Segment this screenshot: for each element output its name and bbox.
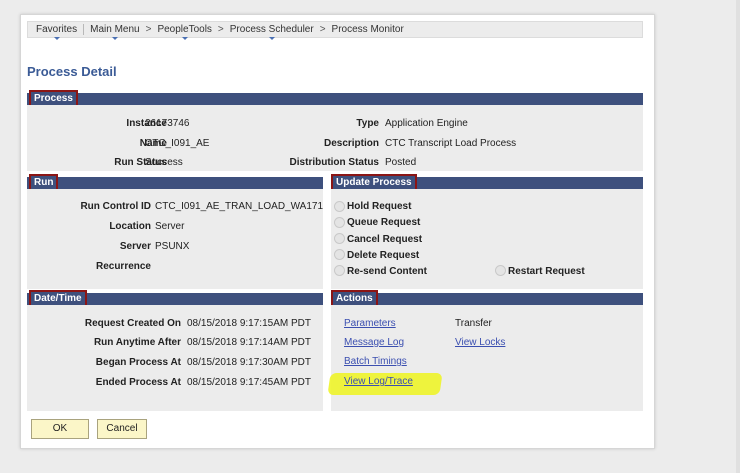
breadcrumb-separator-icon: > [145,24,152,35]
server-label: Server [119,241,151,252]
run-status-value: Success [145,157,183,168]
transfer-label: Transfer [455,318,492,329]
breadcrumb-separator-icon: > [319,24,326,35]
run-section-bar: Run [27,174,323,192]
run-control-id-value: CTC_I091_AE_TRAN_LOAD_WA171 [155,201,324,212]
instance-value: 26173746 [145,118,190,129]
run-anytime-after-label: Run Anytime After [93,337,181,348]
began-process-label: Began Process At [95,357,181,368]
nav-process-monitor[interactable]: Process Monitor [328,24,408,35]
actions-section-bar: Actions [331,290,643,308]
location-value: Server [155,221,185,232]
chevron-down-icon [111,37,118,40]
location-label: Location [109,221,151,232]
cancel-request-label: Cancel Request [347,234,423,245]
delete-request-label: Delete Request [347,250,420,261]
chevron-down-icon [181,37,188,40]
restart-request-radio[interactable] [495,265,506,276]
chevron-down-icon [53,37,60,40]
parameters-link[interactable]: Parameters [344,318,396,329]
description-value: CTC Transcript Load Process [385,138,517,149]
server-value: PSUNX [155,241,190,252]
request-created-label: Request Created On [84,318,181,329]
name-value: CTC_I091_AE [145,138,210,149]
recurrence-label: Recurrence [95,261,151,272]
batch-timings-link[interactable]: Batch Timings [344,356,407,367]
ok-button[interactable]: OK [31,419,89,439]
hold-request-label: Hold Request [347,201,412,212]
cancel-request-radio[interactable] [334,233,345,244]
nav-process-scheduler-label: Process Scheduler [229,24,314,35]
cancel-button[interactable]: Cancel [97,419,147,439]
datetime-section-bar: Date/Time [27,290,323,308]
distribution-status-value: Posted [385,157,417,168]
ended-process-label: Ended Process At [95,377,181,388]
breadcrumb-nav: Favorites Main Menu > PeopleTools > Proc… [27,21,643,40]
page-title: Process Detail [27,64,117,79]
resend-content-label: Re-send Content [347,266,427,277]
hold-request-radio[interactable] [334,201,345,212]
chevron-down-icon [268,37,275,40]
run-anytime-after-value: 08/15/2018 9:17:14AM PDT [187,337,311,348]
nav-divider [83,24,85,35]
queue-request-label: Queue Request [347,217,421,228]
view-locks-link[interactable]: View Locks [455,337,505,348]
update-process-section-bar: Update Process [331,174,643,192]
message-log-link[interactable]: Message Log [344,337,404,348]
process-section-bar: Process [27,90,643,108]
breadcrumb-separator-icon: > [217,24,224,35]
nav-peopletools[interactable]: PeopleTools [153,24,215,40]
delete-request-radio[interactable] [334,249,345,260]
restart-request-label: Restart Request [508,266,585,277]
process-detail-window: Favorites Main Menu > PeopleTools > Proc… [20,14,655,449]
nav-peopletools-label: PeopleTools [157,24,212,35]
queue-request-radio[interactable] [334,217,345,228]
request-created-value: 08/15/2018 9:17:15AM PDT [187,318,311,329]
page-scrollbar[interactable] [736,0,740,473]
ended-process-value: 08/15/2018 9:17:45AM PDT [187,377,311,388]
nav-main-menu[interactable]: Main Menu [86,24,143,40]
type-value: Application Engine [385,118,468,129]
resend-content-radio[interactable] [334,265,345,276]
nav-favorites-label: Favorites [36,24,78,35]
description-label: Description [323,138,379,149]
nav-main-menu-label: Main Menu [90,24,140,35]
run-control-id-label: Run Control ID [80,201,151,212]
nav-favorites[interactable]: Favorites [32,24,81,40]
began-process-value: 08/15/2018 9:17:30AM PDT [187,357,311,368]
nav-process-scheduler[interactable]: Process Scheduler [226,24,318,40]
view-log-trace-link[interactable]: View Log/Trace [344,376,413,387]
type-label: Type [356,118,379,129]
distribution-status-label: Distribution Status [289,157,379,168]
